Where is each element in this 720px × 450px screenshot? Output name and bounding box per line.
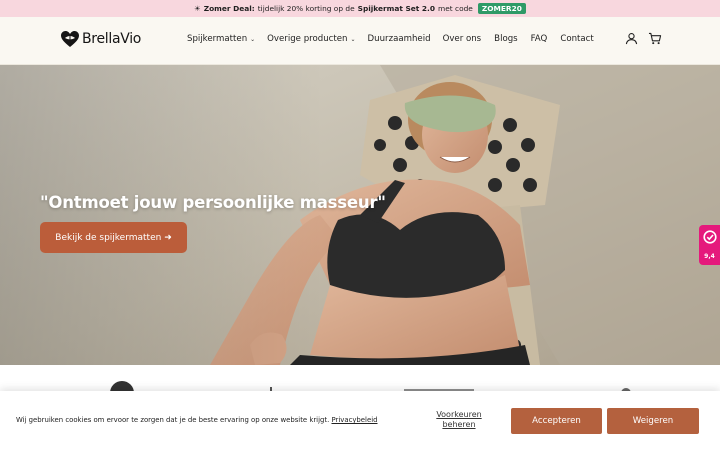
main-nav: Spijkermatten ⌄ Overige producten ⌄ Duur… [187,34,594,44]
review-badge[interactable]: 9,4 [699,225,720,265]
nav-label: FAQ [530,34,548,44]
nav-item-faq[interactable]: FAQ [531,34,548,44]
promo-code: ZOMER20 [477,3,526,14]
nav-item-overige-producten[interactable]: Overige producten ⌄ [267,34,355,44]
nav-item-duurzaamheid[interactable]: Duurzaamheid [368,34,431,44]
announcement-bar: ☀ Zomer Deal: tijdelijk 20% korting op d… [0,0,720,17]
announcement-text-after: met code [438,4,473,13]
nav-label: Spijkermatten [187,34,248,44]
heart-logo-icon [61,31,79,47]
deal-label: Zomer Deal: [203,4,255,13]
reject-cookies-button[interactable]: Weigeren [607,408,699,434]
review-logo-icon [702,230,717,244]
nav-label: Blogs [494,34,518,44]
nav-label: Over ons [442,34,482,44]
nav-label: Duurzaamheid [367,34,431,44]
nav-item-over-ons[interactable]: Over ons [443,34,482,44]
view-mats-button[interactable]: Bekijk de spijkermatten ➜ [40,222,187,253]
logo-text: BrellaVio [82,31,142,47]
header-icons [625,32,662,45]
manage-preferences-button[interactable]: Voorkeuren beheren [428,410,490,430]
review-score: 9,4 [704,253,715,261]
chevron-down-icon: ⌄ [350,35,356,43]
cookie-banner: Wij gebruiken cookies om ervoor te zorge… [0,391,720,450]
hero-title: "Ontmoet jouw persoonlijke masseur" [40,193,386,212]
privacy-link[interactable]: Privacybeleid [331,416,377,424]
chevron-down-icon: ⌄ [250,35,256,43]
nav-label: Contact [560,34,594,44]
cart-icon[interactable] [648,32,662,45]
nav-label: Overige producten [267,34,348,44]
sun-icon: ☀ [194,4,201,13]
site-header: BrellaVio Spijkermatten ⌄ Overige produc… [0,17,720,65]
nav-item-blogs[interactable]: Blogs [494,34,517,44]
nav-item-contact[interactable]: Contact [560,34,593,44]
logo[interactable]: BrellaVio [60,30,141,48]
account-icon[interactable] [625,32,638,45]
cookie-text: Wij gebruiken cookies om ervoor te zorge… [16,416,378,424]
announcement-text: tijdelijk 20% korting op de [257,4,355,13]
cookie-message: Wij gebruiken cookies om ervoor te zorge… [16,416,330,424]
hero-image [0,65,720,365]
hero-banner: "Ontmoet jouw persoonlijke masseur" Beki… [0,65,720,365]
nav-item-spijkermatten[interactable]: Spijkermatten ⌄ [187,34,255,44]
announcement-product: Spijkermat Set 2.0 [357,4,436,13]
accept-cookies-button[interactable]: Accepteren [511,408,602,434]
